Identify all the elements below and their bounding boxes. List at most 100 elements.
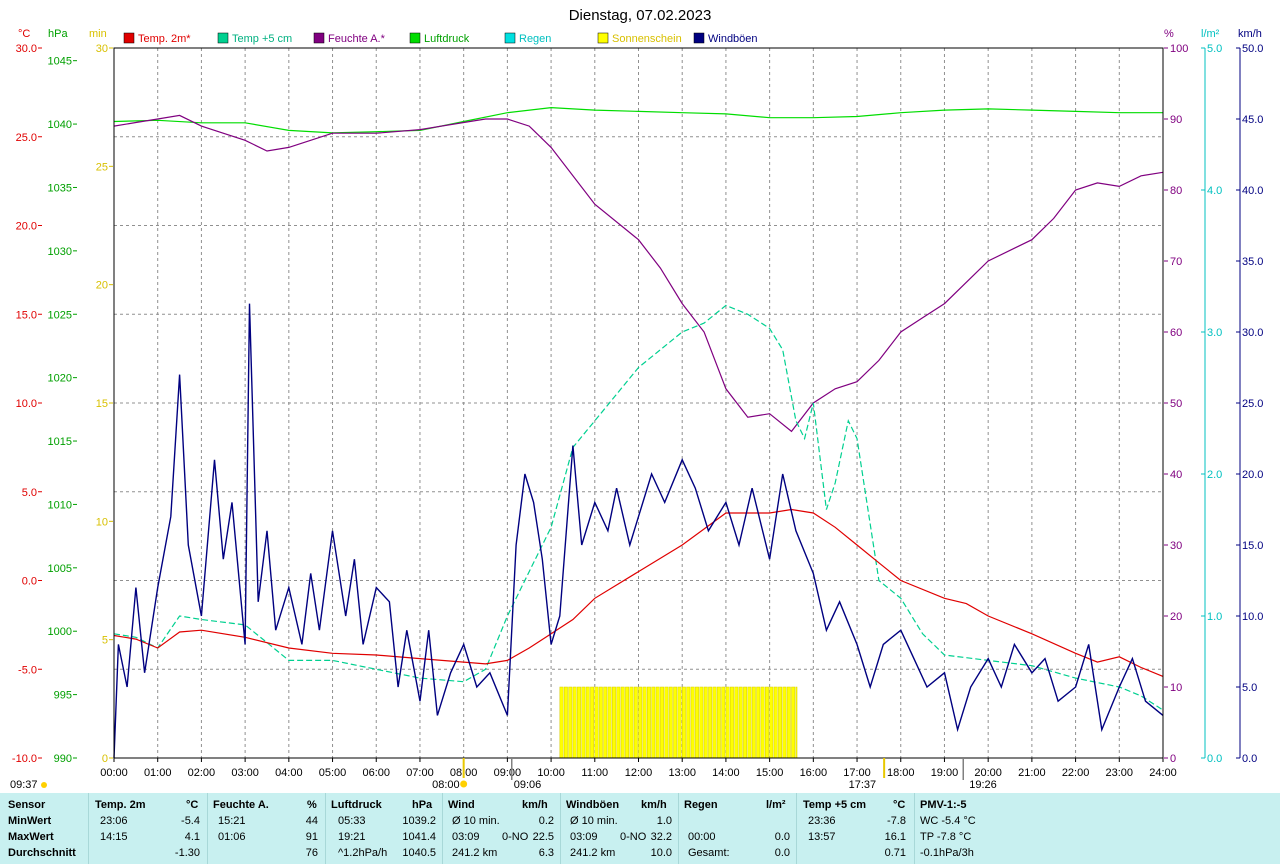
tick-x: 16:00 bbox=[800, 767, 828, 779]
tick-wind: 30.0 bbox=[1242, 327, 1263, 339]
tick-pressure: 1040 bbox=[48, 119, 72, 131]
hdr-rain: Regen bbox=[684, 799, 718, 811]
tick-humidity: 30 bbox=[1170, 540, 1182, 552]
sunshine-bars bbox=[559, 686, 798, 759]
sunshine-bar bbox=[603, 686, 608, 759]
tick-rain: 4.0 bbox=[1207, 185, 1222, 197]
hdr-press-unit: hPa bbox=[412, 799, 433, 811]
tick-pressure: 1035 bbox=[48, 182, 72, 194]
legend-label: Feuchte A.* bbox=[328, 33, 386, 45]
sunshine-bar bbox=[725, 686, 730, 759]
tick-humidity: 80 bbox=[1170, 185, 1182, 197]
tick-temp: 25.0 bbox=[16, 132, 37, 144]
tick-x: 14:00 bbox=[712, 767, 740, 779]
tick-x: 06:00 bbox=[362, 767, 390, 779]
stat-gust-a: 03:09 bbox=[570, 831, 598, 843]
stat-temp-val: 4.1 bbox=[184, 831, 200, 843]
tick-humidity: 40 bbox=[1170, 469, 1182, 481]
sunshine-bar bbox=[778, 686, 782, 759]
sunshine-bar bbox=[629, 686, 634, 759]
legend-label: Windböen bbox=[708, 33, 758, 45]
sunshine-bar bbox=[625, 686, 630, 759]
legend-label: Temp. 2m* bbox=[138, 33, 191, 45]
sunshine-bar bbox=[572, 686, 577, 759]
hdr-gust-unit: km/h bbox=[641, 799, 667, 811]
moonrise-label: 09:06 bbox=[514, 779, 542, 791]
sunshine-bar bbox=[646, 686, 651, 759]
sunshine-bar bbox=[703, 686, 708, 759]
legend-swatch bbox=[217, 32, 229, 44]
sunset-label: 17:37 bbox=[849, 779, 877, 791]
tick-sun: 0 bbox=[102, 753, 108, 765]
sunshine-bar bbox=[773, 686, 778, 759]
stat-press-time: ^1.2hPa/h bbox=[338, 847, 388, 859]
stat-gust-b: 0-NO bbox=[620, 831, 647, 843]
stat-t5-val: -7.8 bbox=[887, 815, 906, 827]
unit-humidity: % bbox=[1164, 28, 1174, 40]
legend-label: Luftdruck bbox=[424, 33, 470, 45]
sunshine-bar bbox=[769, 686, 774, 759]
stat-t5-val: 0.71 bbox=[884, 847, 906, 859]
sunshine-bar bbox=[590, 686, 595, 759]
stat-press-val: 1040.5 bbox=[402, 847, 436, 859]
sunshine-bar bbox=[786, 686, 791, 759]
sunshine-bar bbox=[638, 686, 643, 759]
sunshine-bar bbox=[686, 686, 691, 759]
legend-label: Sonnenschein bbox=[612, 33, 682, 45]
weather-chart: Dienstag, 07.02.2023 Temp. 2m* Temp +5 cm… bbox=[10, 7, 1263, 791]
tick-wind: 10.0 bbox=[1242, 611, 1263, 623]
stat-label: MinWert bbox=[8, 815, 52, 827]
sunshine-bar bbox=[747, 686, 752, 759]
stat-wind-a: Ø 10 min. bbox=[452, 815, 500, 827]
tick-humidity: 10 bbox=[1170, 682, 1182, 694]
stat-rain-val: 0.0 bbox=[774, 831, 790, 843]
legend-label: Regen bbox=[519, 33, 551, 45]
stat-rain-val: 0.0 bbox=[774, 847, 790, 859]
tick-x: 12:00 bbox=[625, 767, 653, 779]
tick-pressure: 1030 bbox=[48, 246, 72, 258]
tick-temp: -10.0 bbox=[12, 753, 37, 765]
stat-gust-val: 32.2 bbox=[650, 831, 672, 843]
tick-temp: 30.0 bbox=[16, 43, 37, 55]
sunshine-bar bbox=[668, 686, 673, 759]
legend: Temp. 2m* Temp +5 cm Feuchte A.* Luftdruck R… bbox=[123, 32, 758, 45]
legend-swatch bbox=[504, 32, 516, 44]
sunrise-label: 08:00 bbox=[432, 779, 460, 791]
hdr-temp-unit: °C bbox=[186, 799, 199, 811]
tick-wind: 20.0 bbox=[1242, 469, 1263, 481]
tick-pressure: 1045 bbox=[48, 56, 72, 68]
tick-sun: 10 bbox=[96, 516, 108, 528]
tick-sun: 25 bbox=[96, 161, 108, 173]
stat-t5-time: 13:57 bbox=[808, 831, 836, 843]
sunshine-bar bbox=[673, 686, 678, 759]
legend-label: Temp +5 cm bbox=[232, 33, 292, 45]
sunshine-bar bbox=[598, 686, 603, 759]
sunshine-bar bbox=[721, 686, 726, 759]
sunshine-bar bbox=[712, 686, 717, 759]
corner-sun-icon bbox=[41, 782, 47, 788]
stat-temp-time: 23:06 bbox=[100, 815, 128, 827]
tick-temp: 20.0 bbox=[16, 221, 37, 233]
stat-gust-a: Ø 10 min. bbox=[570, 815, 618, 827]
tick-humidity: 50 bbox=[1170, 398, 1182, 410]
hdr-hum: Feuchte A. bbox=[213, 799, 269, 811]
sunshine-bar bbox=[660, 686, 664, 759]
tick-x: 03:00 bbox=[231, 767, 259, 779]
unit-temp: °C bbox=[18, 28, 30, 40]
sunshine-bar bbox=[708, 686, 713, 759]
stat-rain-a: 00:00 bbox=[688, 831, 716, 843]
stat-t5-val: 16.1 bbox=[884, 831, 906, 843]
unit-sun: min bbox=[89, 28, 107, 40]
sunshine-bar bbox=[760, 686, 765, 759]
stat-wind-b: 0-NO bbox=[502, 831, 529, 843]
stat-pmv: WC -5.4 °C bbox=[920, 815, 976, 827]
tick-wind: 15.0 bbox=[1242, 540, 1263, 552]
stat-wind-val: 22.5 bbox=[532, 831, 554, 843]
tick-temp: 15.0 bbox=[16, 309, 37, 321]
sunshine-bar bbox=[585, 686, 590, 759]
tick-pressure: 995 bbox=[54, 690, 72, 702]
hdr-rain-unit: l/m² bbox=[766, 799, 786, 811]
stat-temp-time: 14:15 bbox=[100, 831, 128, 843]
hdr-sensor: Sensor bbox=[8, 799, 46, 811]
stat-press-time: 19:21 bbox=[338, 831, 366, 843]
